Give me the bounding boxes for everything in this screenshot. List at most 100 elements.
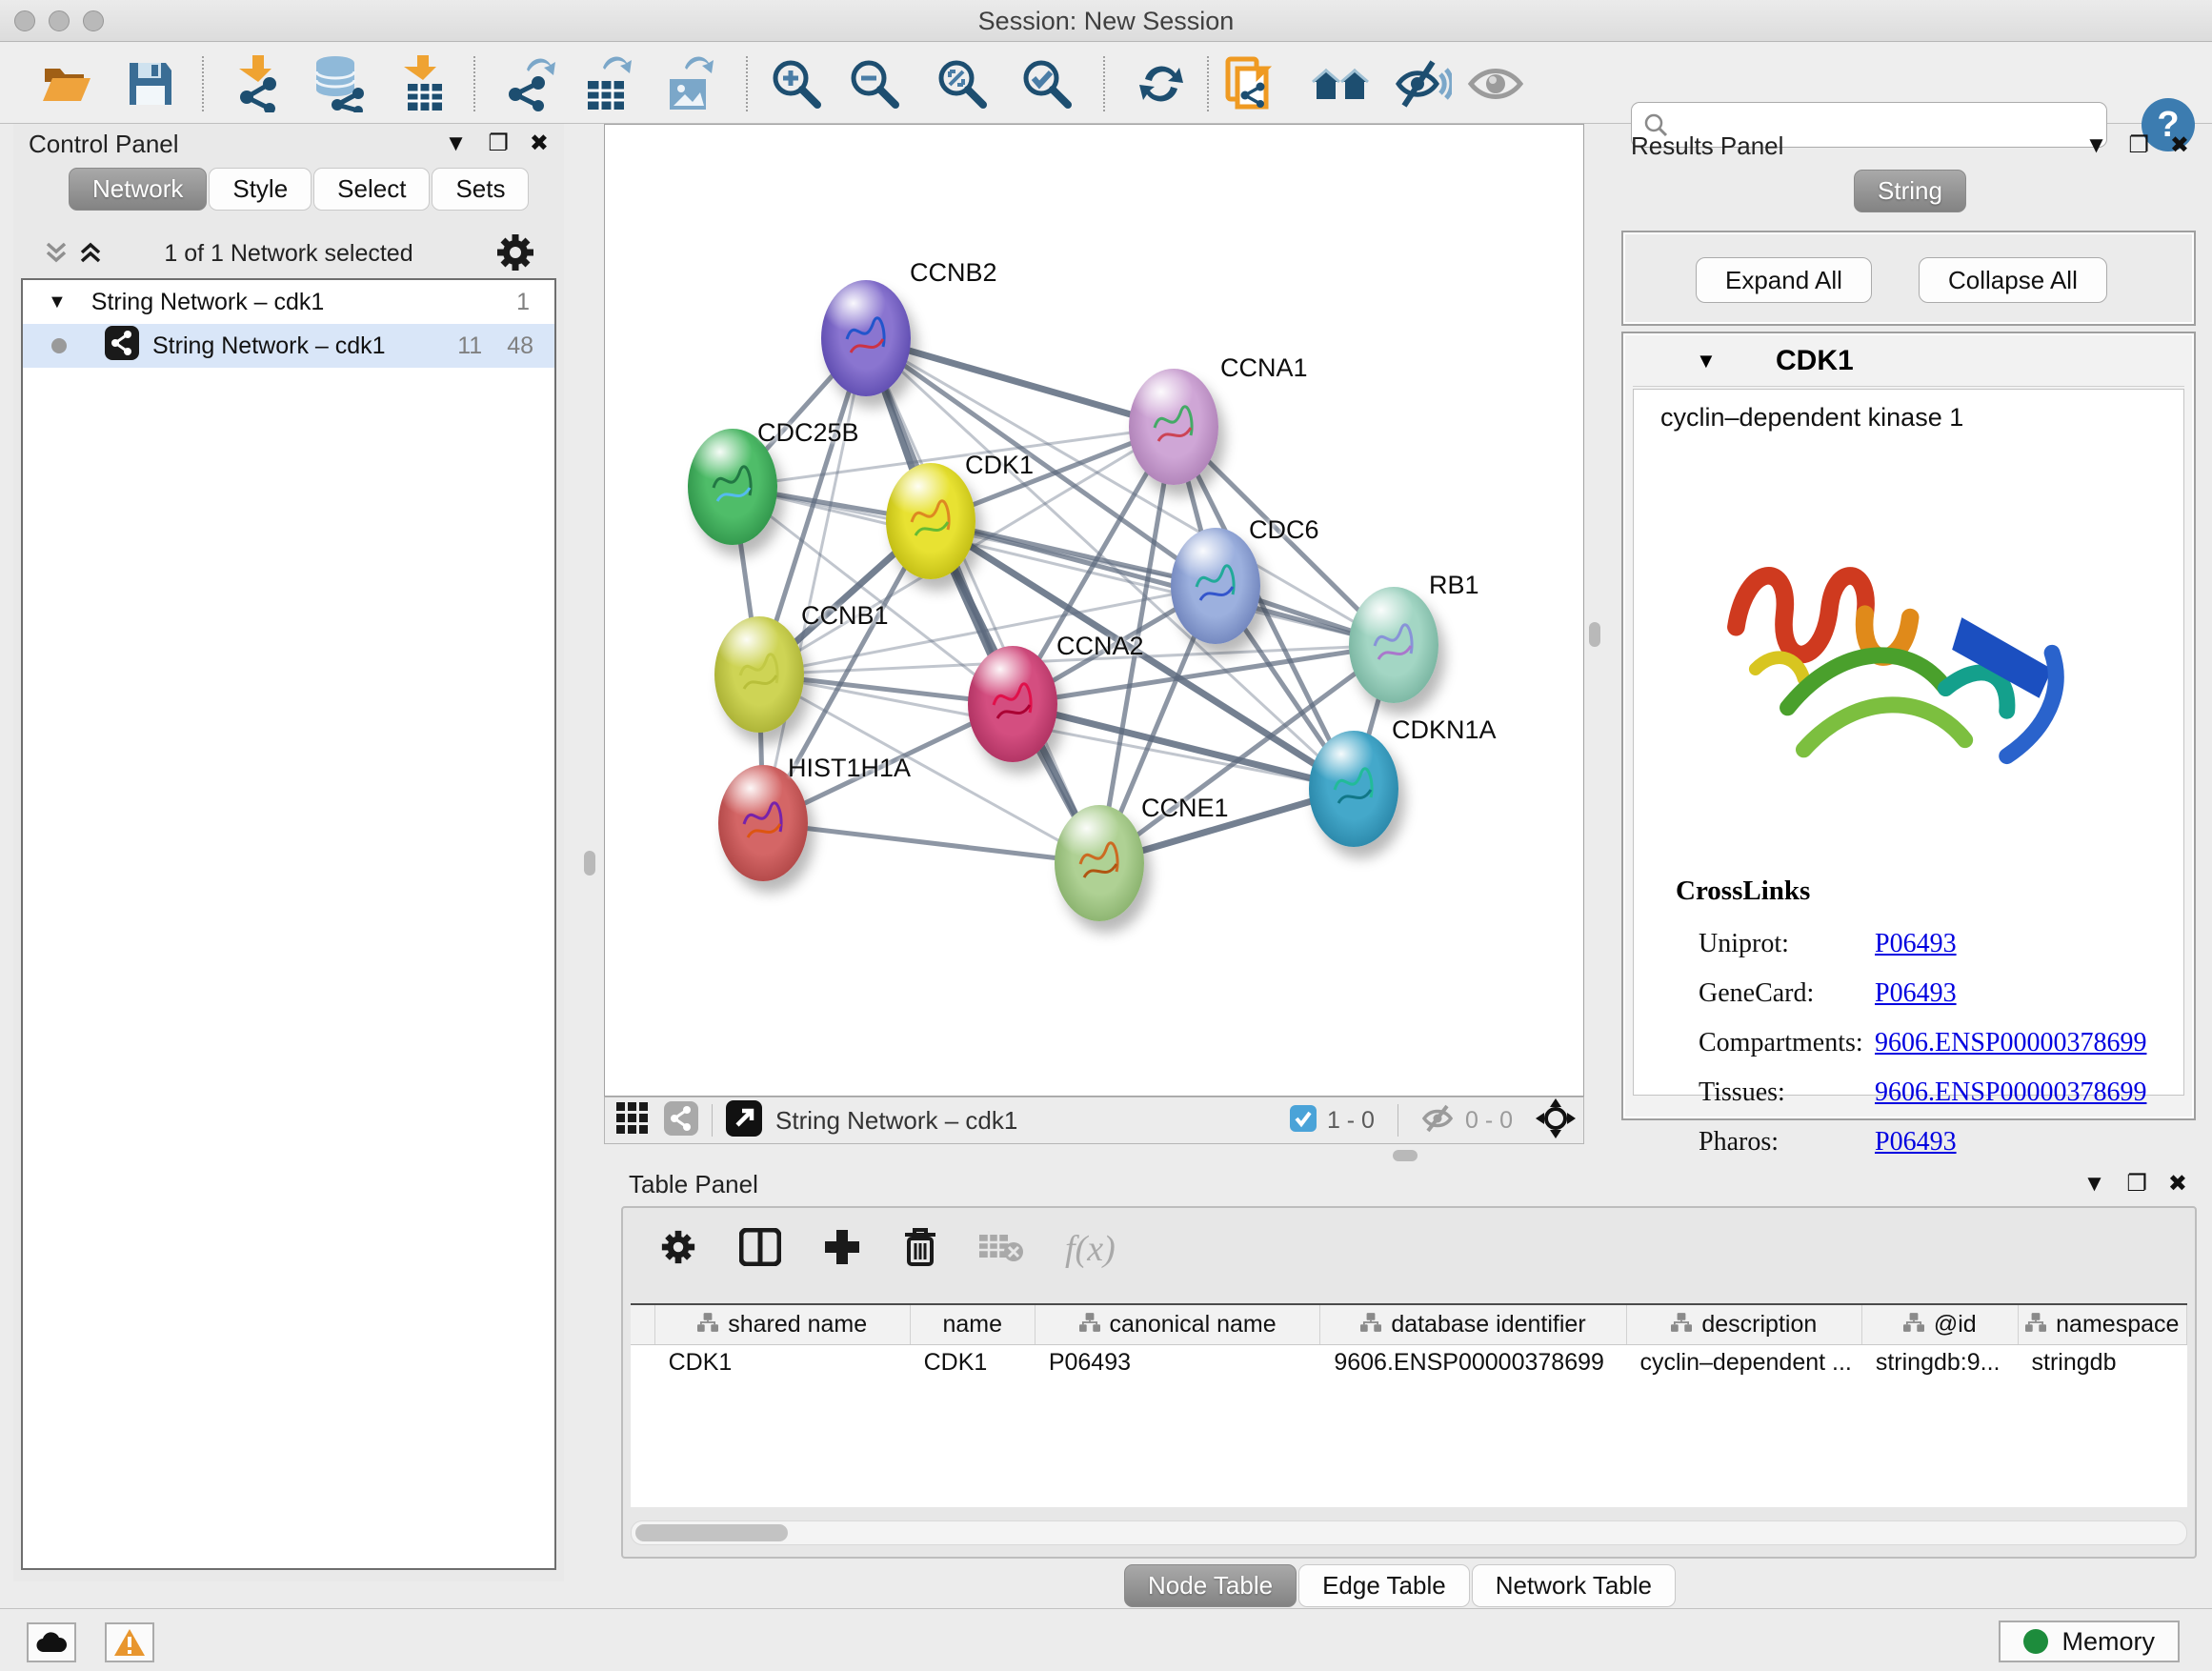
zoom-in-button[interactable] <box>766 53 827 114</box>
protein-squiggle-icon <box>1327 757 1380 818</box>
open-session-button[interactable] <box>36 53 97 114</box>
network-row-selected[interactable]: String Network – cdk1 11 48 <box>23 324 554 368</box>
column-header-database-identifier[interactable]: database identifier <box>1320 1305 1626 1344</box>
tab-network-table[interactable]: Network Table <box>1472 1564 1676 1607</box>
tab-network[interactable]: Network <box>69 168 207 211</box>
collapse-all-button[interactable]: Collapse All <box>1919 257 2107 303</box>
tab-string[interactable]: String <box>1854 170 1966 212</box>
table-row[interactable]: CDK1CDK1P064939606.ENSP00000378699cyclin… <box>631 1345 2187 1383</box>
node-CCNB2[interactable] <box>821 280 911 396</box>
node-CDC6[interactable] <box>1171 528 1260 644</box>
network-collection-row[interactable]: ▼ String Network – cdk1 1 <box>23 280 554 324</box>
splitter-handle-horizontal[interactable] <box>1393 1150 1418 1161</box>
network-canvas[interactable]: CCNB2CCNA1CDC25BCDK1CDC6RB1CCNB1CCNA2CDK… <box>604 124 1584 1097</box>
scrollbar-thumb[interactable] <box>635 1524 788 1541</box>
birds-eye-crosshair-icon[interactable] <box>1536 1098 1576 1143</box>
tab-node-table[interactable]: Node Table <box>1124 1564 1297 1607</box>
statusbar: Memory <box>0 1608 2212 1671</box>
open-folder-icon <box>39 59 94 109</box>
panel-collapse-icon[interactable]: ▼ <box>2083 1170 2106 1198</box>
detach-view-icon[interactable] <box>726 1100 762 1141</box>
panel-float-icon[interactable]: ❐ <box>488 130 509 158</box>
column-header-canonical-name[interactable]: canonical name <box>1036 1305 1321 1344</box>
splitter-handle-left[interactable] <box>584 851 595 876</box>
network-list-view-icon[interactable] <box>664 1101 698 1140</box>
grid-view-icon[interactable] <box>616 1102 649 1139</box>
panel-close-icon[interactable]: ✖ <box>2170 131 2189 160</box>
panel-collapse-icon[interactable]: ▼ <box>2085 131 2108 160</box>
crosslink-link[interactable]: P06493 <box>1875 1127 1957 1158</box>
crosslink-link[interactable]: P06493 <box>1875 929 1957 959</box>
edge-CCNB2-CCNE1[interactable] <box>866 338 1099 863</box>
column-header-shared-name[interactable]: shared name <box>655 1305 911 1344</box>
panel-close-icon[interactable]: ✖ <box>2168 1170 2187 1198</box>
warning-icon <box>113 1628 146 1657</box>
table-panel-title: Table Panel <box>629 1170 758 1199</box>
show-column-panel-icon[interactable] <box>739 1228 781 1271</box>
panel-float-icon[interactable]: ❐ <box>2126 1170 2147 1198</box>
warnings-button[interactable] <box>105 1622 154 1662</box>
zoom-selected-button[interactable] <box>1016 53 1077 114</box>
table-panel: Table Panel ▼ ❐ ✖ <box>617 1164 2201 1604</box>
crosslink-link[interactable]: 9606.ENSP00000378699 <box>1875 1077 2146 1108</box>
memory-button[interactable]: Memory <box>1999 1621 2180 1662</box>
node-CDKN1A[interactable] <box>1309 731 1398 847</box>
node-label-RB1: RB1 <box>1429 571 1479 600</box>
export-network-button[interactable] <box>499 53 560 114</box>
column-header--id[interactable]: @id <box>1862 1305 2019 1344</box>
import-network-database-button[interactable] <box>308 53 369 114</box>
edge-CCNE1-HIST1H1A[interactable] <box>763 823 1099 863</box>
zoom-out-button[interactable] <box>844 53 905 114</box>
network-options-gear-icon[interactable] <box>495 232 535 277</box>
protein-squiggle-icon <box>706 455 759 516</box>
hide-selected-button[interactable] <box>1393 53 1454 114</box>
string-home-button[interactable] <box>1310 53 1371 114</box>
collapse-entry-icon[interactable]: ▼ <box>1696 349 1717 373</box>
expand-all-button[interactable]: Expand All <box>1696 257 1872 303</box>
edge-CCNB2-HIST1H1A[interactable] <box>763 338 866 823</box>
crosslink-link[interactable]: 9606.ENSP00000378699 <box>1875 1028 2146 1058</box>
node-CCNA1[interactable] <box>1129 369 1218 485</box>
zoom-in-icon <box>770 57 823 111</box>
column-header-description[interactable]: description <box>1627 1305 1862 1344</box>
network-edges[interactable] <box>605 125 1583 1096</box>
import-table-file-button[interactable] <box>392 53 453 114</box>
node-RB1[interactable] <box>1349 587 1438 703</box>
node-CCNA2[interactable] <box>968 646 1057 762</box>
panel-float-icon[interactable]: ❐ <box>2128 131 2149 160</box>
panel-collapse-icon[interactable]: ▼ <box>445 130 468 158</box>
zoom-fit-button[interactable] <box>932 53 993 114</box>
column-label: canonical name <box>1110 1311 1277 1339</box>
panel-close-icon[interactable]: ✖ <box>530 130 549 158</box>
tab-edge-table[interactable]: Edge Table <box>1298 1564 1470 1607</box>
collection-count: 1 <box>516 289 530 316</box>
selected-checkbox-icon[interactable] <box>1289 1104 1317 1137</box>
new-network-from-selection-button[interactable] <box>1218 53 1279 114</box>
delete-column-icon[interactable] <box>903 1227 937 1272</box>
splitter-handle-right[interactable] <box>1589 622 1600 647</box>
hidden-eye-icon <box>1421 1104 1456 1137</box>
node-CCNB1[interactable] <box>714 616 804 733</box>
apply-layout-button[interactable] <box>1131 53 1192 114</box>
export-network-icon <box>502 56 557 111</box>
string-network-icon <box>105 326 139 367</box>
node-CCNE1[interactable] <box>1055 805 1144 921</box>
column-header-name[interactable]: name <box>911 1305 1036 1344</box>
tab-select[interactable]: Select <box>313 168 430 211</box>
table-horizontal-scrollbar[interactable] <box>631 1520 2187 1545</box>
import-network-file-button[interactable] <box>228 53 289 114</box>
cloud-status-button[interactable] <box>27 1622 76 1662</box>
table-options-gear-icon[interactable] <box>659 1228 697 1271</box>
crosslink-link[interactable]: P06493 <box>1875 978 1957 1009</box>
node-CDK1[interactable] <box>886 463 975 579</box>
column-label: description <box>1701 1311 1817 1339</box>
tab-sets[interactable]: Sets <box>432 168 529 211</box>
column-header-namespace[interactable]: namespace <box>2019 1305 2187 1344</box>
export-table-button[interactable] <box>576 53 637 114</box>
tab-style[interactable]: Style <box>209 168 312 211</box>
disclosure-triangle-icon[interactable]: ▼ <box>48 292 67 313</box>
save-session-button[interactable] <box>120 53 181 114</box>
add-column-icon[interactable] <box>823 1228 861 1271</box>
show-all-button[interactable] <box>1465 53 1526 114</box>
export-image-button[interactable] <box>658 53 719 114</box>
